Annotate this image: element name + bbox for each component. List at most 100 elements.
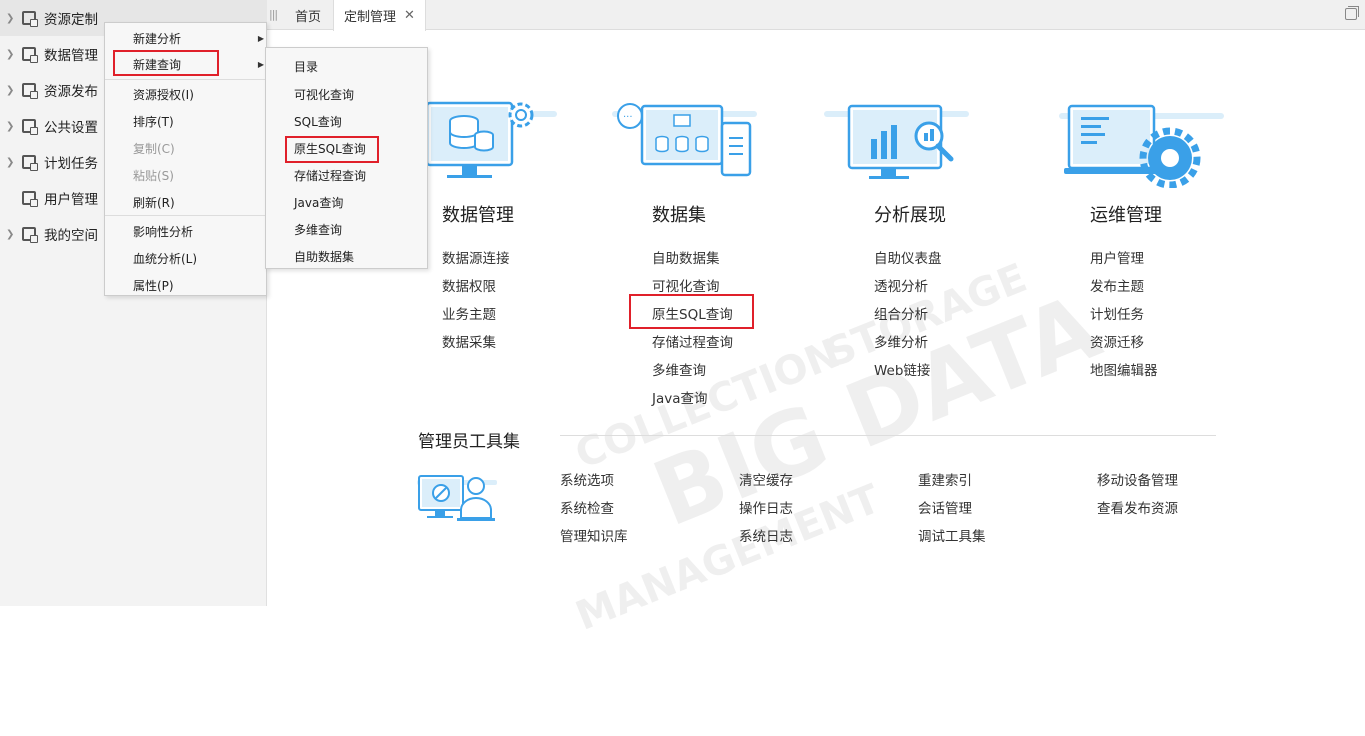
category-title-data-management: 数据管理 bbox=[442, 205, 514, 226]
chevron-right-icon: ❯ bbox=[6, 12, 15, 24]
link-map-editor[interactable]: 地图编辑器 bbox=[1090, 359, 1158, 379]
menu-item-label: 原生SQL查询 bbox=[294, 142, 366, 156]
menu-item-sort[interactable]: 排序(T) bbox=[133, 108, 266, 135]
submenu-item-native-sql-query[interactable]: 原生SQL查询 bbox=[294, 135, 427, 162]
link-java-query[interactable]: Java查询 bbox=[652, 387, 708, 407]
link-stored-procedure-query[interactable]: 存储过程查询 bbox=[652, 331, 733, 351]
sidebar-item-label: 公共设置 bbox=[44, 120, 98, 136]
menu-item-label: 资源授权(I) bbox=[133, 88, 194, 102]
menu-item-properties[interactable]: 属性(P) bbox=[133, 272, 266, 299]
submenu-item-visual-query[interactable]: 可视化查询 bbox=[294, 81, 427, 108]
menu-item-resource-authorization[interactable]: 资源授权(I) bbox=[133, 81, 266, 108]
analysis-illustration bbox=[824, 104, 969, 179]
link-native-sql-query[interactable]: 原生SQL查询 bbox=[652, 303, 733, 323]
link-clear-cache[interactable]: 清空缓存 bbox=[739, 469, 793, 489]
menu-item-new-analysis[interactable]: 新建分析 ▶ bbox=[133, 25, 266, 52]
menu-item-paste[interactable]: 粘贴(S) bbox=[133, 162, 266, 189]
sidebar-item-label: 数据管理 bbox=[44, 48, 98, 64]
link-system-check[interactable]: 系统检查 bbox=[560, 497, 614, 517]
link-web-link[interactable]: Web链接 bbox=[874, 359, 930, 379]
link-data-permission[interactable]: 数据权限 bbox=[442, 275, 496, 295]
chevron-right-icon: ❯ bbox=[6, 120, 15, 132]
dataset-illustration: ··· bbox=[612, 103, 757, 177]
sidebar-item-label: 资源发布 bbox=[44, 84, 98, 100]
link-resource-migration[interactable]: 资源迁移 bbox=[1090, 331, 1144, 351]
link-scheduled-tasks[interactable]: 计划任务 bbox=[1090, 303, 1144, 323]
link-data-collection[interactable]: 数据采集 bbox=[442, 331, 496, 351]
link-rebuild-index[interactable]: 重建索引 bbox=[918, 469, 972, 489]
settings-icon bbox=[22, 119, 38, 135]
link-debug-tools[interactable]: 调试工具集 bbox=[918, 525, 986, 545]
menu-item-label: 新建分析 bbox=[133, 32, 182, 46]
menu-item-label: 目录 bbox=[294, 60, 319, 74]
link-publish-topic[interactable]: 发布主题 bbox=[1090, 275, 1144, 295]
link-self-service-dashboard[interactable]: 自助仪表盘 bbox=[874, 247, 942, 267]
link-system-options[interactable]: 系统选项 bbox=[560, 469, 614, 489]
operations-illustration bbox=[1059, 104, 1224, 188]
link-mobile-device-management[interactable]: 移动设备管理 bbox=[1097, 469, 1178, 489]
submenu-item-sql-query[interactable]: SQL查询 bbox=[294, 108, 427, 135]
menu-item-new-query[interactable]: 新建查询 ▶ bbox=[133, 51, 266, 78]
menu-item-label: 自助数据集 bbox=[294, 250, 355, 264]
menu-item-label: 排序(T) bbox=[133, 115, 174, 129]
link-view-published-resources[interactable]: 查看发布资源 bbox=[1097, 497, 1178, 517]
edit-icon bbox=[22, 83, 38, 99]
submenu-item-self-service-dataset[interactable]: 自助数据集 bbox=[294, 243, 427, 270]
link-multidimensional-analysis[interactable]: 多维分析 bbox=[874, 331, 928, 351]
menu-item-lineage-analysis[interactable]: 血统分析(L) bbox=[133, 245, 266, 272]
svg-text:···: ··· bbox=[623, 112, 633, 123]
link-operation-log[interactable]: 操作日志 bbox=[739, 497, 793, 517]
new-query-submenu: 目录 可视化查询 SQL查询 原生SQL查询 存储过程查询 Java查询 多维查… bbox=[265, 47, 428, 269]
admin-tools-illustration bbox=[417, 475, 497, 521]
user-icon bbox=[22, 191, 38, 207]
link-combined-analysis[interactable]: 组合分析 bbox=[874, 303, 928, 323]
category-title-operations: 运维管理 bbox=[1090, 205, 1162, 226]
link-business-topic[interactable]: 业务主题 bbox=[442, 303, 496, 323]
task-icon bbox=[22, 155, 38, 171]
chevron-right-icon: ❯ bbox=[6, 48, 15, 60]
tab-home[interactable]: 首页 bbox=[285, 0, 331, 30]
menu-item-label: 影响性分析 bbox=[133, 225, 194, 239]
menu-item-label: 新建查询 bbox=[133, 58, 182, 72]
menu-item-refresh[interactable]: 刷新(R) bbox=[133, 189, 266, 216]
menu-item-copy[interactable]: 复制(C) bbox=[133, 135, 266, 162]
sidebar-item-label: 我的空间 bbox=[44, 228, 98, 244]
category-title-dataset: 数据集 bbox=[652, 205, 706, 226]
menu-item-label: 血统分析(L) bbox=[133, 252, 198, 266]
submenu-item-stored-procedure-query[interactable]: 存储过程查询 bbox=[294, 162, 427, 189]
tab-custom-management[interactable]: 定制管理 ✕ bbox=[333, 0, 426, 31]
menu-item-impact-analysis[interactable]: 影响性分析 bbox=[133, 218, 266, 245]
link-self-service-dataset[interactable]: 自助数据集 bbox=[652, 247, 720, 267]
menu-item-label: SQL查询 bbox=[294, 115, 342, 129]
link-visual-query[interactable]: 可视化查询 bbox=[652, 275, 720, 295]
link-system-log[interactable]: 系统日志 bbox=[739, 525, 793, 545]
submenu-item-java-query[interactable]: Java查询 bbox=[294, 189, 427, 216]
submenu-item-directory[interactable]: 目录 bbox=[294, 53, 427, 80]
grip-icon[interactable]: ||| bbox=[269, 8, 278, 21]
link-multidimensional-query[interactable]: 多维查询 bbox=[652, 359, 706, 379]
menu-item-label: 粘贴(S) bbox=[133, 169, 174, 183]
chevron-right-icon: ❯ bbox=[6, 84, 15, 96]
chevron-right-icon: ❯ bbox=[6, 156, 15, 168]
sidebar-item-label: 用户管理 bbox=[44, 192, 98, 208]
sidebar-item-label: 资源定制 bbox=[44, 12, 98, 28]
folder-user-icon bbox=[22, 227, 38, 243]
menu-item-label: 存储过程查询 bbox=[294, 169, 367, 183]
link-session-management[interactable]: 会话管理 bbox=[918, 497, 972, 517]
menu-item-label: 复制(C) bbox=[133, 142, 175, 156]
restore-window-icon[interactable] bbox=[1345, 6, 1359, 20]
submenu-item-multidimensional-query[interactable]: 多维查询 bbox=[294, 216, 427, 243]
link-pivot-analysis[interactable]: 透视分析 bbox=[874, 275, 928, 295]
menu-item-label: 可视化查询 bbox=[294, 88, 355, 102]
category-title-analysis: 分析展现 bbox=[874, 205, 946, 226]
link-datasource-connection[interactable]: 数据源连接 bbox=[442, 247, 510, 267]
menu-item-label: 刷新(R) bbox=[133, 196, 175, 210]
divider bbox=[560, 435, 1216, 436]
menu-item-label: Java查询 bbox=[294, 196, 344, 210]
link-knowledge-base[interactable]: 管理知识库 bbox=[560, 525, 628, 545]
menu-separator bbox=[105, 215, 266, 216]
menu-item-label: 多维查询 bbox=[294, 223, 343, 237]
close-icon[interactable]: ✕ bbox=[404, 8, 415, 23]
link-user-management[interactable]: 用户管理 bbox=[1090, 247, 1144, 267]
tab-bar: ||| 首页 定制管理 ✕ bbox=[267, 0, 1365, 31]
